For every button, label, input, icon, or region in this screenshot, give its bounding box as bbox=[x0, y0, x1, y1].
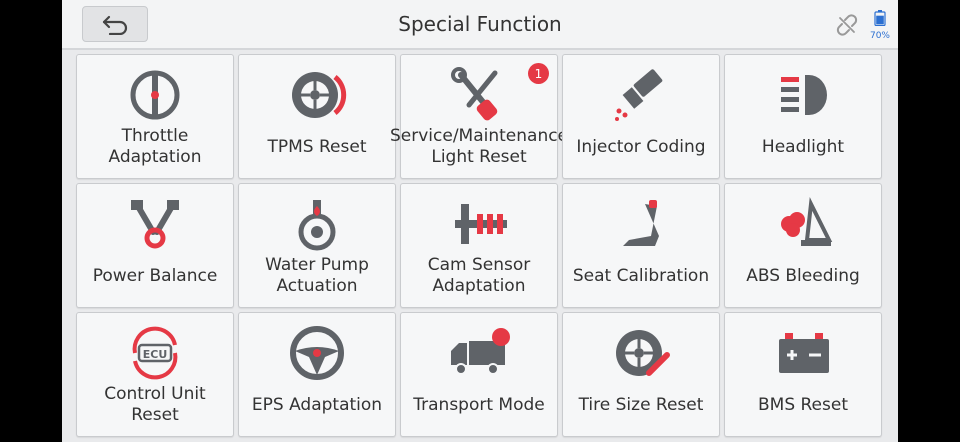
function-tile-injector-coding[interactable]: Injector Coding bbox=[562, 54, 720, 179]
function-label: Water Pump Actuation bbox=[265, 255, 369, 296]
battery-icon bbox=[771, 325, 835, 381]
app-screen: Special Function 70% Throttle Adaptation bbox=[62, 0, 898, 442]
abs-bleeding-icon bbox=[771, 196, 835, 252]
battery-percent: 70% bbox=[869, 31, 890, 41]
page-title: Special Function bbox=[398, 12, 562, 36]
injector-icon bbox=[609, 67, 673, 123]
function-tile-water-pump[interactable]: Water Pump Actuation bbox=[238, 183, 396, 308]
disconnected-link-icon[interactable] bbox=[836, 14, 858, 36]
function-tile-tire-size-reset[interactable]: Tire Size Reset bbox=[562, 312, 720, 437]
power-balance-icon bbox=[123, 196, 187, 252]
function-label: Seat Calibration bbox=[572, 265, 710, 286]
seat-icon bbox=[609, 196, 673, 252]
function-label: Throttle Adaptation bbox=[108, 126, 202, 167]
camshaft-icon bbox=[447, 196, 511, 252]
function-tile-headlight[interactable]: Headlight bbox=[724, 54, 882, 179]
steering-wheel-icon bbox=[285, 325, 349, 381]
function-tile-eps-adaptation[interactable]: EPS Adaptation bbox=[238, 312, 396, 437]
function-label: TPMS Reset bbox=[267, 136, 367, 157]
function-tile-abs-bleeding[interactable]: ABS Bleeding bbox=[724, 183, 882, 308]
tire-wrench-icon bbox=[609, 325, 673, 381]
water-pump-icon bbox=[285, 196, 349, 252]
function-tile-control-unit-reset[interactable]: ECU Control Unit Reset bbox=[76, 312, 234, 437]
function-label: Service/Maintenance Light Reset bbox=[389, 126, 569, 167]
function-tile-transport-mode[interactable]: Transport Mode bbox=[400, 312, 558, 437]
function-label: Transport Mode bbox=[413, 394, 545, 415]
function-tile-cam-sensor[interactable]: Cam Sensor Adaptation bbox=[400, 183, 558, 308]
svg-text:ECU: ECU bbox=[143, 348, 168, 361]
wrench-screwdriver-icon bbox=[447, 67, 511, 123]
function-tile-throttle-adaptation[interactable]: Throttle Adaptation bbox=[76, 54, 234, 179]
function-tile-service-light-reset[interactable]: 1 Service/Maintenance Light Reset bbox=[389, 54, 569, 179]
headlight-icon bbox=[771, 67, 835, 123]
function-label: EPS Adaptation bbox=[251, 394, 383, 415]
function-tile-power-balance[interactable]: Power Balance bbox=[76, 183, 234, 308]
battery-status: 70% bbox=[868, 10, 892, 41]
function-tile-bms-reset[interactable]: BMS Reset bbox=[724, 312, 882, 437]
function-label: Control Unit Reset bbox=[104, 384, 206, 425]
function-tile-tpms-reset[interactable]: TPMS Reset bbox=[238, 54, 396, 179]
notification-badge: 1 bbox=[528, 63, 549, 84]
function-label: BMS Reset bbox=[757, 394, 848, 415]
function-label: Tire Size Reset bbox=[578, 394, 704, 415]
tire-pressure-icon bbox=[285, 67, 349, 123]
function-tile-seat-calibration[interactable]: Seat Calibration bbox=[562, 183, 720, 308]
battery-level-icon bbox=[874, 10, 886, 27]
function-grid: Throttle Adaptation TPMS Reset 1 Service… bbox=[76, 54, 884, 437]
header-bar: Special Function 70% bbox=[62, 0, 898, 50]
function-label: Cam Sensor Adaptation bbox=[427, 255, 531, 296]
function-label: Power Balance bbox=[92, 265, 218, 286]
throttle-icon bbox=[123, 67, 187, 123]
truck-icon bbox=[447, 325, 511, 381]
function-label: Headlight bbox=[761, 136, 845, 157]
ecu-reset-icon: ECU bbox=[123, 325, 187, 381]
function-label: ABS Bleeding bbox=[746, 265, 860, 286]
function-label: Injector Coding bbox=[576, 136, 706, 157]
